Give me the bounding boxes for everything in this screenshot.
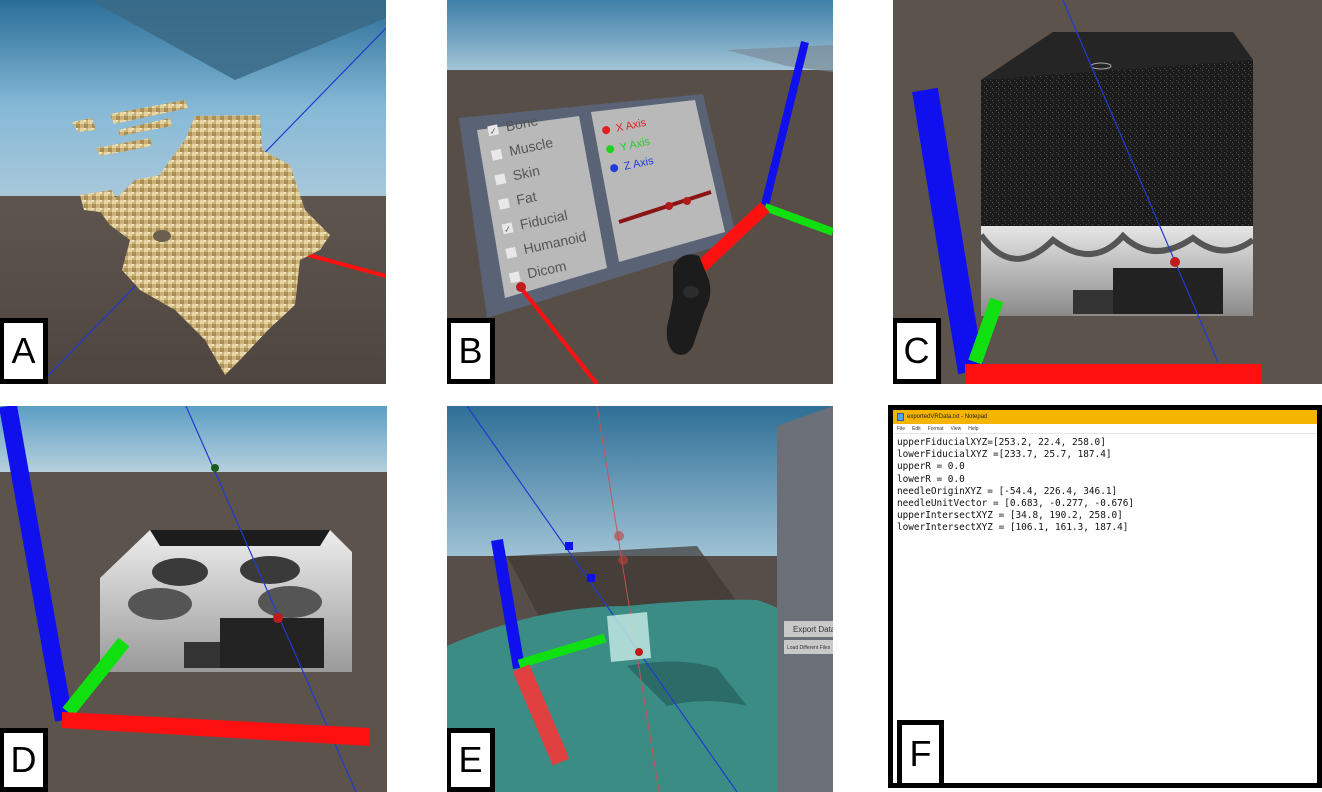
panel-e-humanoid-scene: Export Data Load Different Files E	[447, 406, 833, 792]
panel-c-scene	[893, 0, 1322, 384]
panel-e-scene: Export Data Load Different Files	[447, 406, 833, 792]
layer-checkbox[interactable]	[508, 271, 521, 284]
axis-slider-handle-2[interactable]	[683, 197, 691, 205]
panel-b-label: B	[447, 318, 495, 384]
panel-a-bone-render: A	[0, 0, 386, 384]
panel-f-label: F	[897, 720, 944, 783]
notepad-line: needleUnitVector = [0.683, -0.277, -0.67…	[897, 498, 1135, 510]
layer-checkbox[interactable]	[498, 197, 510, 210]
notepad-line: upperFiducialXYZ=[253.2, 22.4, 258.0]	[897, 437, 1106, 448]
panel-b-scene: ✓ BoneMuscleSkinFat✓ FiducialHumanoidDicom…	[447, 0, 833, 384]
upper-fiducial-marker	[565, 542, 573, 550]
panel-d-label: D	[0, 728, 48, 792]
panel-d-dicom-slab: D	[0, 406, 387, 792]
menu-view[interactable]: View	[951, 426, 962, 432]
panel-e-label: E	[447, 728, 495, 792]
notepad-line: upperR = 0.0	[897, 461, 965, 473]
panel-c-dicom-cube: C	[893, 0, 1322, 384]
notepad-line: needleOriginXYZ = [-54.4, 226.4, 346.1]	[897, 485, 1118, 497]
load-files-label: Load Different Files	[787, 645, 831, 651]
notepad-menu-bar: File Edit Format View Help	[893, 424, 1317, 434]
fiducial-marker	[1170, 257, 1180, 267]
panel-d-scene	[0, 406, 387, 792]
menu-help[interactable]: Help	[968, 426, 978, 432]
fiducial-marker	[273, 613, 283, 623]
notepad-title-bar: exportedVRData.txt - Notepad	[893, 410, 1317, 424]
menu-edit[interactable]: Edit	[912, 426, 921, 432]
notepad-title: exportedVRData.txt - Notepad	[907, 414, 988, 420]
volume-cube-small	[607, 612, 651, 662]
panel-b-vr-menu: ✓ Bone Muscle Skin Fat ✓ Fiducial Humanoid Dicom…	[447, 0, 833, 384]
side-menu-board	[777, 406, 833, 792]
layer-checkbox[interactable]	[494, 173, 507, 186]
menu-format[interactable]: Format	[928, 426, 944, 432]
needle-origin-marker	[211, 464, 219, 472]
notepad-line: lowerR = 0.0	[897, 473, 965, 485]
notepad-line: lowerIntersectXYZ = [106.1, 161.3, 187.4…	[897, 522, 1129, 534]
notepad-icon	[897, 413, 904, 421]
export-data-label: Export Data	[793, 625, 833, 634]
notepad-line: lowerFiducialXYZ =[233.7, 25.7, 187.4]	[897, 449, 1112, 461]
menu-file[interactable]: File	[897, 426, 905, 432]
layer-checkbox[interactable]	[490, 148, 503, 161]
layer-checkbox[interactable]	[505, 246, 518, 259]
lower-fiducial-marker	[587, 574, 595, 582]
panel-f-notepad-window: exportedVRData.txt - Notepad File Edit F…	[888, 405, 1322, 788]
panel-a-scene	[0, 0, 386, 384]
pointer-tip	[516, 282, 526, 292]
panel-a-label: A	[0, 318, 48, 384]
panel-c-label: C	[893, 318, 941, 384]
notepad-line: upperIntersectXYZ = [34.8, 190.2, 258.0]	[897, 510, 1123, 522]
axis-slider-handle-1[interactable]	[665, 202, 673, 210]
fiducial-marker	[635, 648, 643, 656]
notepad-text-area[interactable]: upperFiducialXYZ=[253.2, 22.4, 258.0] low…	[897, 437, 1315, 783]
x-axis-bar	[965, 364, 1262, 384]
